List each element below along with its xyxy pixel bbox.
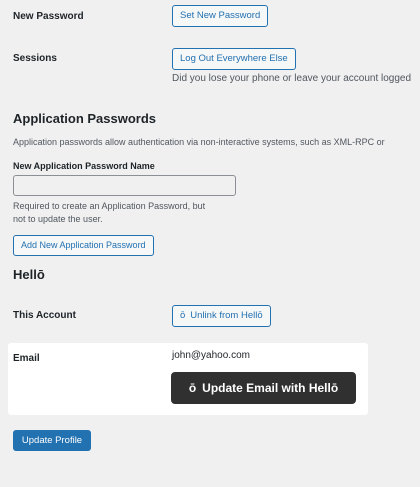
application-passwords-heading: Application Passwords	[13, 111, 157, 126]
email-value: john@yahoo.com	[172, 350, 250, 361]
new-app-password-name-label: New Application Password Name	[13, 161, 155, 171]
hello-heading: Hellō	[13, 267, 45, 282]
unlink-from-hello-button[interactable]: ō Unlink from Hellō	[172, 305, 271, 327]
update-email-with-hello-button[interactable]: ō Update Email with Hellō	[171, 372, 356, 404]
log-out-everywhere-button[interactable]: Log Out Everywhere Else	[172, 48, 296, 70]
new-password-label: New Password	[13, 11, 84, 22]
update-email-button-label: Update Email with Hellō	[202, 381, 339, 395]
set-new-password-button[interactable]: Set New Password	[172, 5, 269, 27]
application-passwords-description: Application passwords allow authenticati…	[13, 137, 385, 147]
app-password-help-line1: Required to create an Application Passwo…	[13, 201, 206, 211]
unlink-button-label: Unlink from Hellō	[190, 310, 263, 321]
sessions-label: Sessions	[13, 53, 57, 64]
update-profile-button[interactable]: Update Profile	[13, 430, 91, 451]
new-app-password-name-input[interactable]	[13, 175, 236, 196]
email-label: Email	[13, 353, 40, 364]
hello-o-icon: ō	[180, 310, 186, 321]
add-new-application-password-button[interactable]: Add New Application Password	[13, 235, 154, 256]
this-account-label: This Account	[13, 310, 76, 321]
hello-o-icon: ō	[188, 381, 197, 395]
app-password-help-line2: not to update the user.	[13, 214, 103, 224]
sessions-description: Did you lose your phone or leave your ac…	[172, 73, 412, 84]
